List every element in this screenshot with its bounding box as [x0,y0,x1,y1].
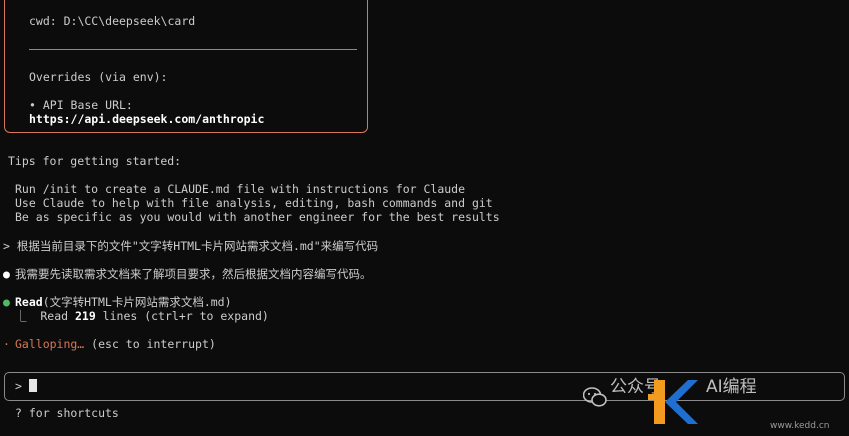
bullet-green-icon: ● [3,295,10,309]
welcome-divider [29,49,357,50]
tip-item: Run /init to create a CLAUDE.md file wit… [15,182,466,196]
status-hint: (esc to interrupt) [84,337,216,351]
k-logo-icon [648,380,698,424]
tip-item: Use Claude to help with file analysis, e… [15,196,493,210]
tool-result: ⎿ Read 219 lines (ctrl+r to expand) [15,309,269,323]
overrides-title: Overrides (via env): [29,70,168,84]
assistant-message: 我需要先读取需求文档来了解项目要求，然后根据文档内容编写代码。 [15,267,372,281]
status-word: Galloping… [15,337,85,351]
tip-item: Be as specific as you would with another… [15,210,500,224]
tips-title: Tips for getting started: [8,154,182,168]
spinner-icon: · [3,337,10,351]
watermark-url: www.kedd.cn [770,421,830,431]
watermark-text-right: AI编程 [706,377,757,397]
tool-result-prefix: ⎿ Read [15,309,75,323]
tool-name: Read [15,295,43,309]
api-base-label: • API Base URL: [29,98,133,112]
tool-args: (文字转HTML卡片网站需求文档.md) [42,295,232,309]
tool-call: Read(文字转HTML卡片网站需求文档.md) [15,295,232,309]
shortcuts-hint: ? for shortcuts [15,406,119,420]
prompt-symbol: > [15,379,22,393]
tool-result-count: 219 [74,309,96,323]
wechat-icon [583,387,607,407]
text-cursor [28,379,37,392]
cwd-text: cwd: D:\CC\deepseek\card [29,14,196,28]
status-line: Galloping… (esc to interrupt) [15,337,216,351]
prompt-input[interactable]: > [15,379,37,393]
user-prompt: > 根据当前目录下的文件"文字转HTML卡片网站需求文档.md"来编写代码 [3,239,379,253]
api-base-url: https://api.deepseek.com/anthropic [29,112,265,126]
tool-result-suffix: lines (ctrl+r to expand) [95,309,269,323]
bullet-white-icon: ● [3,267,10,281]
